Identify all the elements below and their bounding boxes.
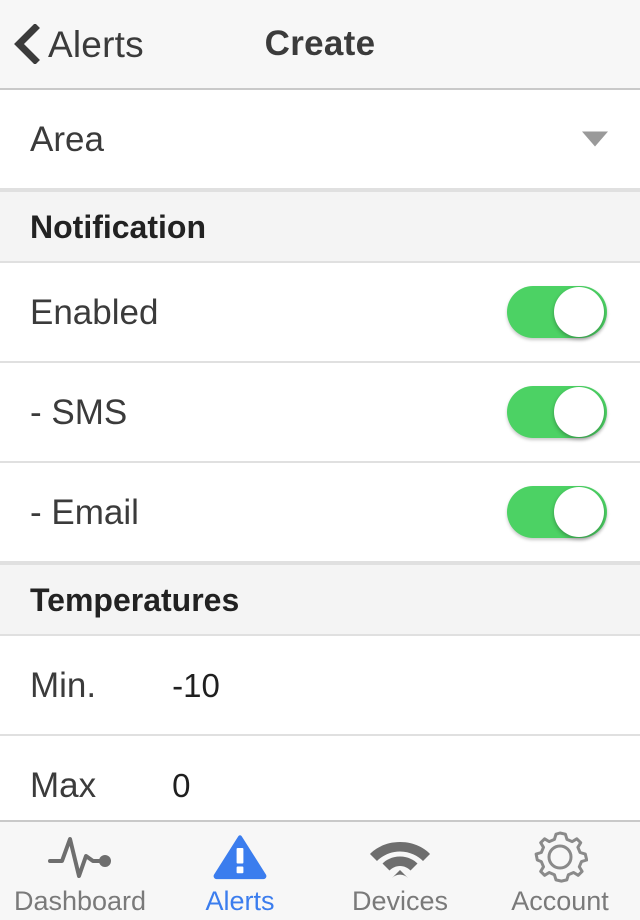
row-max-temperature[interactable]: Max 0 (0, 736, 640, 820)
gear-icon (532, 831, 588, 883)
row-email[interactable]: - Email (0, 463, 640, 563)
tab-label: Dashboard (13, 885, 147, 916)
chevron-left-icon (14, 24, 40, 64)
min-temperature-value[interactable]: -10 (172, 669, 220, 702)
tab-label: Alerts (205, 885, 275, 916)
section-title: Notification (30, 208, 206, 245)
row-enabled[interactable]: Enabled (0, 263, 640, 363)
pulse-icon (48, 832, 112, 882)
navigation-bar: Alerts Create (0, 0, 640, 90)
tab-account[interactable]: Account (480, 822, 640, 920)
area-row[interactable]: Area (0, 90, 640, 190)
tab-label: Account (511, 885, 609, 916)
back-button-label: Alerts (48, 23, 144, 65)
back-button[interactable]: Alerts (14, 24, 144, 64)
section-header-temperatures: Temperatures (0, 563, 640, 636)
tab-alerts[interactable]: Alerts (160, 822, 320, 920)
row-label: Max (30, 765, 97, 805)
toggle-knob (554, 287, 604, 337)
tab-dashboard[interactable]: Dashboard (0, 822, 160, 920)
row-label: - SMS (30, 392, 128, 432)
toggle-email[interactable] (507, 486, 607, 538)
section-header-notification: Notification (0, 190, 640, 263)
section-title: Temperatures (30, 581, 240, 618)
row-min-temperature[interactable]: Min. -10 (0, 636, 640, 736)
row-label: Enabled (30, 292, 159, 332)
app-screen: Alerts Create Area Notification Enabled … (0, 0, 640, 920)
chevron-down-icon[interactable] (582, 131, 608, 147)
area-label: Area (30, 119, 104, 159)
toggle-sms[interactable] (507, 386, 607, 438)
settings-list: Area Notification Enabled - SMS - Email (0, 90, 640, 820)
toggle-knob (554, 487, 604, 537)
wifi-icon (369, 832, 431, 882)
toggle-knob (554, 387, 604, 437)
tab-devices[interactable]: Devices (320, 822, 480, 920)
tab-label: Devices (351, 885, 449, 916)
max-temperature-value[interactable]: 0 (172, 769, 190, 802)
row-label: Min. (30, 665, 97, 705)
row-sms[interactable]: - SMS (0, 363, 640, 463)
warning-triangle-icon (212, 832, 268, 882)
row-label: - Email (30, 492, 139, 532)
tab-bar: Dashboard Alerts Devices Account (0, 820, 640, 920)
toggle-enabled[interactable] (507, 286, 607, 338)
